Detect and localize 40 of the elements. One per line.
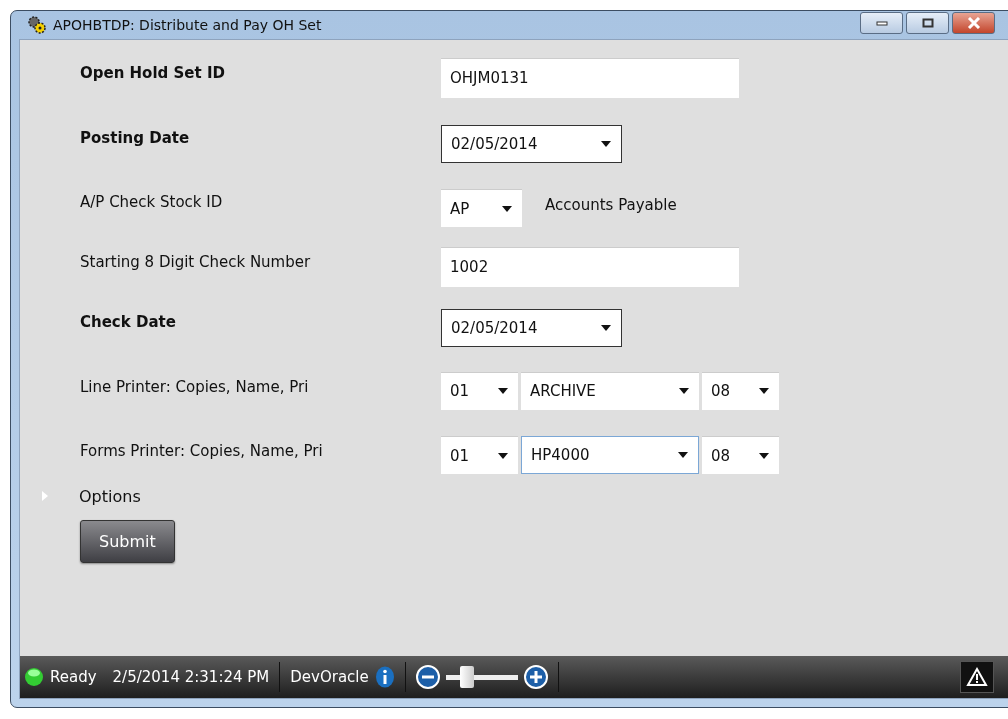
- field-label: Open Hold Set ID: [80, 63, 226, 82]
- warning-icon: [966, 667, 988, 687]
- printer-dropdown[interactable]: HP4000: [521, 436, 699, 474]
- maximize-icon: [921, 18, 934, 28]
- status-text: Ready: [50, 668, 97, 686]
- field-label: A/P Check Stock ID: [80, 192, 224, 211]
- status-datetime: 2/5/2014 2:31:24 PM: [112, 668, 270, 686]
- copies-dropdown[interactable]: 01: [441, 371, 518, 410]
- submit-button[interactable]: Submit: [80, 519, 175, 563]
- input-field[interactable]: 1002: [441, 247, 739, 287]
- status-light-icon: [24, 667, 44, 687]
- close-button[interactable]: [952, 12, 995, 34]
- stock-description: Accounts Payable: [545, 196, 677, 214]
- field-label: Posting Date: [80, 127, 191, 147]
- printer-dropdown[interactable]: ARCHIVE: [521, 371, 699, 410]
- info-icon[interactable]: [374, 666, 395, 688]
- gears-icon: [27, 15, 47, 35]
- priority-dropdown[interactable]: 08: [702, 436, 779, 474]
- field-label: Forms Printer: Copies, Name, Pri: [80, 441, 324, 460]
- minimize-button[interactable]: [860, 12, 903, 34]
- window-title: APOHBTDP: Distribute and Pay OH Set: [53, 17, 322, 33]
- zoom-in-icon[interactable]: [523, 665, 548, 689]
- environment-name: DevOracle: [290, 668, 369, 686]
- maximize-button[interactable]: [906, 12, 949, 34]
- zoom-out-icon[interactable]: [415, 665, 440, 689]
- close-icon: [966, 17, 981, 29]
- field-label: Starting 8 Digit Check Number: [80, 252, 312, 271]
- date-dropdown[interactable]: 02/05/2014: [441, 309, 622, 347]
- input-field[interactable]: OHJM0131: [441, 58, 739, 98]
- minimize-icon: [875, 20, 888, 26]
- priority-dropdown[interactable]: 08: [702, 371, 779, 410]
- slider-thumb[interactable]: [460, 666, 475, 688]
- field-label: Line Printer: Copies, Name, Pri: [80, 376, 310, 396]
- date-dropdown[interactable]: 02/05/2014: [441, 124, 622, 163]
- options-expander[interactable]: Options: [79, 486, 141, 506]
- copies-dropdown[interactable]: 01: [441, 436, 518, 474]
- dropdown[interactable]: AP: [441, 189, 522, 227]
- warning-button[interactable]: [960, 661, 994, 693]
- field-label: Check Date: [80, 312, 177, 331]
- zoom-slider[interactable]: [445, 665, 518, 689]
